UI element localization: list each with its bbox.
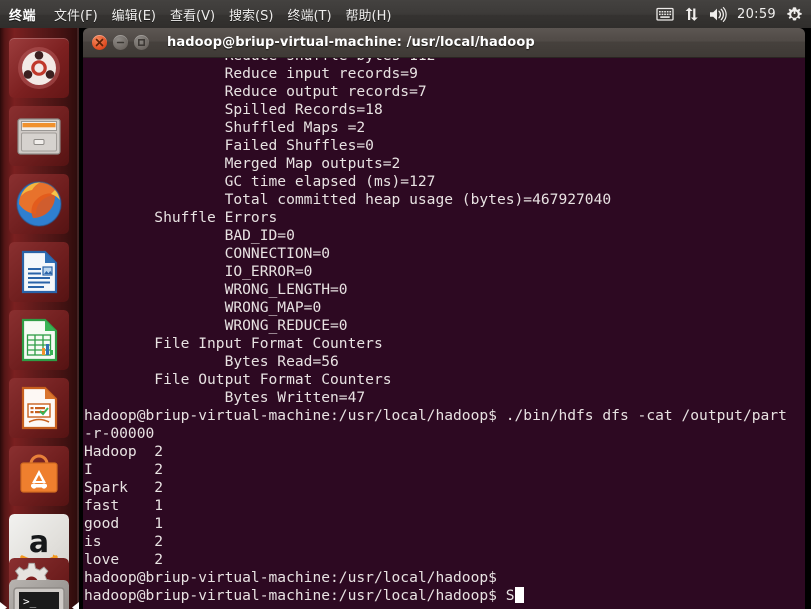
menu-search[interactable]: 搜索(S) <box>229 5 273 24</box>
svg-text:a: a <box>29 525 49 560</box>
launcher-ubuntu-dash[interactable] <box>9 38 69 98</box>
menu-edit[interactable]: 编辑(E) <box>112 5 156 24</box>
launcher-firefox[interactable] <box>9 174 69 234</box>
terminal-line: hadoop@briup-virtual-machine:/usr/local/… <box>84 407 787 424</box>
software-bag-icon <box>20 454 58 493</box>
window-minimize-button[interactable] <box>113 35 128 50</box>
terminal-line: is 2 <box>84 533 164 550</box>
desktop-screen: 终端 文件(F) 编辑(E) 查看(V) 搜索(S) 终端(T) 帮助(H) 2… <box>0 0 811 609</box>
ubuntu-logo-icon <box>18 47 60 89</box>
terminal-line: IO_ERROR=0 <box>84 263 313 280</box>
menu-file[interactable]: 文件(F) <box>54 5 98 24</box>
menu-view[interactable]: 查看(V) <box>170 5 215 24</box>
terminal-prompt-text: hadoop@briup-virtual-machine:/usr/local/… <box>84 587 515 604</box>
terminal-line: WRONG_MAP=0 <box>84 299 322 316</box>
window-titlebar[interactable]: hadoop@briup-virtual-machine: /usr/local… <box>83 28 805 58</box>
top-panel: 终端 文件(F) 编辑(E) 查看(V) 搜索(S) 终端(T) 帮助(H) 2… <box>0 0 811 28</box>
window-maximize-button[interactable] <box>134 35 149 50</box>
terminal-line: Spilled Records=18 <box>84 101 383 118</box>
svg-text:>_: >_ <box>23 595 37 608</box>
terminal-prompt-line: hadoop@briup-virtual-machine:/usr/local/… <box>84 587 805 605</box>
terminal-line: Shuffle Errors <box>84 209 278 226</box>
terminal-line: File Input Format Counters <box>84 335 392 352</box>
unity-launcher: a >_ <box>0 28 79 609</box>
firefox-icon <box>16 181 62 227</box>
network-updown-icon[interactable] <box>684 7 699 22</box>
terminal-line: Merged Map outputs=2 <box>84 155 401 172</box>
launcher-terminal[interactable]: >_ <box>9 580 69 609</box>
terminal-line: fast 1 <box>84 497 164 514</box>
terminal-line: Hadoop 2 <box>84 443 164 460</box>
terminal-line: GC time elapsed (ms)=127 <box>84 173 436 190</box>
terminal-line: Reduce shuffle bytes=112 <box>84 58 805 65</box>
terminal-icon: >_ <box>13 587 65 609</box>
terminal-line: hadoop@briup-virtual-machine:/usr/local/… <box>84 569 497 586</box>
terminal-body[interactable]: Reduce shuffle bytes=112 Reduce input re… <box>83 58 805 609</box>
file-cabinet-icon <box>17 118 61 155</box>
menu-help[interactable]: 帮助(H) <box>346 5 392 24</box>
terminal-cursor <box>514 587 524 603</box>
launcher-libreoffice-writer[interactable] <box>9 242 69 302</box>
window-title: hadoop@briup-virtual-machine: /usr/local… <box>167 35 535 50</box>
system-tray: 20:59 <box>656 0 807 28</box>
terminal-line: Bytes Written=47 <box>84 389 366 406</box>
gear-session-icon[interactable] <box>786 6 803 23</box>
panel-app-name: 终端 <box>9 8 37 24</box>
terminal-line: Reduce output records=7 <box>84 83 427 100</box>
presentation-impress-icon <box>21 386 58 430</box>
terminal-line: love 2 <box>84 551 164 568</box>
launcher-files[interactable] <box>9 106 69 166</box>
spreadsheet-calc-icon <box>21 318 58 362</box>
window-close-button[interactable] <box>92 35 107 50</box>
terminal-line: Total committed heap usage (bytes)=46792… <box>84 191 612 208</box>
terminal-line: I 2 <box>84 461 164 478</box>
terminal-line: Spark 2 <box>84 479 164 496</box>
terminal-line: good 1 <box>84 515 164 532</box>
terminal-line: File Output Format Counters <box>84 371 401 388</box>
clock[interactable]: 20:59 <box>737 7 776 22</box>
launcher-libreoffice-calc[interactable] <box>9 310 69 370</box>
terminal-line: Reduce input records=9 <box>84 65 418 82</box>
terminal-line: Failed Shuffles=0 <box>84 137 374 154</box>
launcher-focused-indicator-right <box>72 602 79 609</box>
launcher-running-indicator-left <box>0 602 7 609</box>
menu-terminal[interactable]: 终端(T) <box>287 5 331 24</box>
menu-bar: 文件(F) 编辑(E) 查看(V) 搜索(S) 终端(T) 帮助(H) <box>54 5 391 24</box>
document-writer-icon <box>21 250 58 294</box>
terminal-line: -r-00000 <box>84 425 155 442</box>
terminal-output: Reduce shuffle bytes=112 Reduce input re… <box>84 58 805 605</box>
terminal-line: WRONG_REDUCE=0 <box>84 317 348 334</box>
terminal-line: BAD_ID=0 <box>84 227 295 244</box>
terminal-line: WRONG_LENGTH=0 <box>84 281 348 298</box>
terminal-window: hadoop@briup-virtual-machine: /usr/local… <box>83 28 805 609</box>
volume-icon[interactable] <box>709 6 727 22</box>
terminal-line: Shuffled Maps =2 <box>84 119 366 136</box>
launcher-ubuntu-software[interactable] <box>9 446 69 506</box>
terminal-line: CONNECTION=0 <box>84 245 331 262</box>
keyboard-icon[interactable] <box>656 7 674 21</box>
terminal-line: Bytes Read=56 <box>84 353 339 370</box>
launcher-libreoffice-impress[interactable] <box>9 378 69 438</box>
